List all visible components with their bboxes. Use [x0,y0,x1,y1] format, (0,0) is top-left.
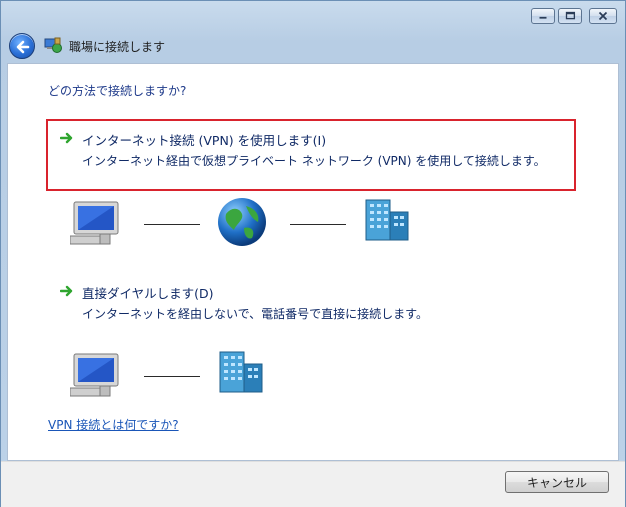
green-arrow-icon [60,132,73,144]
window-title: 職場に接続します [69,40,166,54]
title-bar[interactable] [1,1,625,29]
option-vpn[interactable]: インターネット接続 (VPN) を使用します(I) インターネット経由で仮想プラ… [46,119,576,191]
connector-line [144,224,200,225]
option-direct-dial[interactable]: 直接ダイヤルします(D) インターネットを経由しないで、電話番号で直接に接続しま… [46,272,576,344]
computer-icon [70,353,119,397]
option-direct-dial-title: 直接ダイヤルします(D) [82,286,214,301]
maximize-icon [565,11,576,20]
back-arrow-icon [16,40,30,54]
network-connection-icon [44,37,62,53]
dialog-window: 職場に接続します どの方法で接続しますか? インターネット接続 (VPN) を使… [0,0,626,507]
vpn-help-link[interactable]: VPN 接続とは何ですか? [48,416,179,433]
server-building-icon [219,351,263,393]
minimize-icon [539,16,547,19]
option-vpn-title: インターネット接続 (VPN) を使用します(I) [82,133,327,148]
navigation-bar: 職場に接続します [1,29,625,63]
connector-line [290,224,346,225]
globe-icon [218,198,266,246]
question-prompt: どの方法で接続しますか? [48,84,187,98]
server-building-icon [365,199,409,241]
dialog-footer: キャンセル [1,461,625,507]
dial-diagram [8,346,620,406]
green-arrow-icon [60,285,73,297]
cancel-button[interactable]: キャンセル [505,471,609,493]
computer-icon [70,201,119,245]
close-button[interactable] [589,8,617,24]
back-button[interactable] [9,33,35,59]
close-icon [598,11,608,21]
content-area: どの方法で接続しますか? インターネット接続 (VPN) を使用します(I) イ… [7,63,619,461]
connector-line [144,376,200,377]
option-vpn-description: インターネット経由で仮想プライベート ネットワーク (VPN) を使用して接続し… [82,154,546,168]
minimize-button[interactable] [531,8,555,24]
vpn-diagram [8,192,620,252]
maximize-button[interactable] [558,8,582,24]
option-direct-dial-description: インターネットを経由しないで、電話番号で直接に接続します。 [82,307,428,321]
